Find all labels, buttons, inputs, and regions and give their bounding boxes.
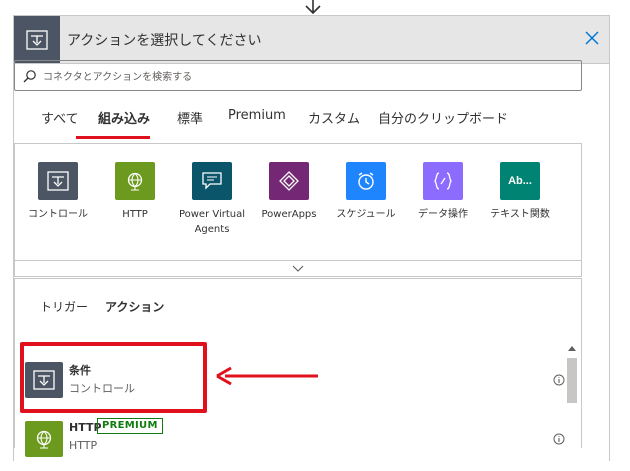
globe-icon	[25, 421, 63, 457]
connector-http[interactable]: HTTP	[92, 162, 178, 222]
info-icon[interactable]	[553, 433, 565, 445]
tab-standard[interactable]: 標準	[177, 108, 203, 127]
data-operation-icon	[423, 162, 463, 200]
connector-label: スケジュール	[336, 209, 396, 220]
clock-icon	[346, 162, 386, 200]
action-connector: HTTP	[69, 439, 98, 452]
action-item-http[interactable]: HTTP PREMIUM HTTP	[25, 418, 565, 471]
pointer-arrow-icon	[216, 366, 318, 386]
connector-data-operation[interactable]: データ操作	[400, 162, 486, 222]
control-icon	[14, 16, 60, 63]
tab-all[interactable]: すべて	[41, 108, 79, 127]
collapse-connectors-toggle[interactable]	[14, 261, 582, 277]
connector-label: Power Virtual Agents	[178, 209, 246, 235]
subtab-triggers[interactable]: トリガー	[40, 298, 88, 315]
panel-title: アクションを選択してください	[67, 33, 262, 49]
close-icon[interactable]	[583, 29, 601, 47]
connector-powerapps[interactable]: PowerApps	[246, 162, 332, 222]
connector-label: コントロール	[28, 209, 88, 220]
panel-header: アクションを選択してください	[14, 16, 609, 64]
connector-label: HTTP	[122, 209, 148, 220]
tab-premium[interactable]: Premium	[228, 108, 286, 123]
highlight-box	[20, 342, 207, 413]
connector-power-virtual-agents[interactable]: Power Virtual Agents	[169, 162, 255, 237]
globe-icon	[115, 162, 155, 200]
connector-text-function[interactable]: Ab... テキスト関数	[477, 162, 563, 222]
connector-label: PowerApps	[261, 209, 317, 220]
premium-badge: PREMIUM	[97, 418, 163, 434]
chat-bot-icon	[192, 162, 232, 200]
connector-label: データ操作	[418, 209, 468, 220]
subtab-actions[interactable]: アクション	[105, 298, 164, 315]
tab-builtin[interactable]: 組み込み	[98, 108, 150, 127]
scrollbar-thumb[interactable]	[567, 358, 577, 403]
flow-down-arrow-icon	[305, 0, 321, 14]
chevron-down-icon	[292, 265, 304, 272]
text-function-icon: Ab...	[500, 162, 540, 200]
search-box[interactable]	[14, 60, 582, 91]
action-list-scrollbar[interactable]	[565, 342, 579, 461]
connector-control[interactable]: コントロール	[15, 162, 101, 222]
connector-grid: コントロール HTTP Power Virtual Agents PowerAp…	[14, 143, 582, 261]
control-icon	[38, 162, 78, 200]
tab-custom[interactable]: カスタム	[308, 108, 360, 127]
powerapps-icon	[269, 162, 309, 200]
active-tab-underline	[76, 136, 150, 139]
connector-schedule[interactable]: スケジュール	[323, 162, 409, 222]
tab-my-clipboard[interactable]: 自分のクリップボード	[378, 108, 508, 127]
scroll-up-icon[interactable]	[568, 345, 576, 351]
info-icon[interactable]	[553, 374, 565, 386]
connector-label: テキスト関数	[490, 209, 550, 220]
search-icon	[23, 70, 36, 83]
search-input[interactable]	[41, 66, 575, 88]
